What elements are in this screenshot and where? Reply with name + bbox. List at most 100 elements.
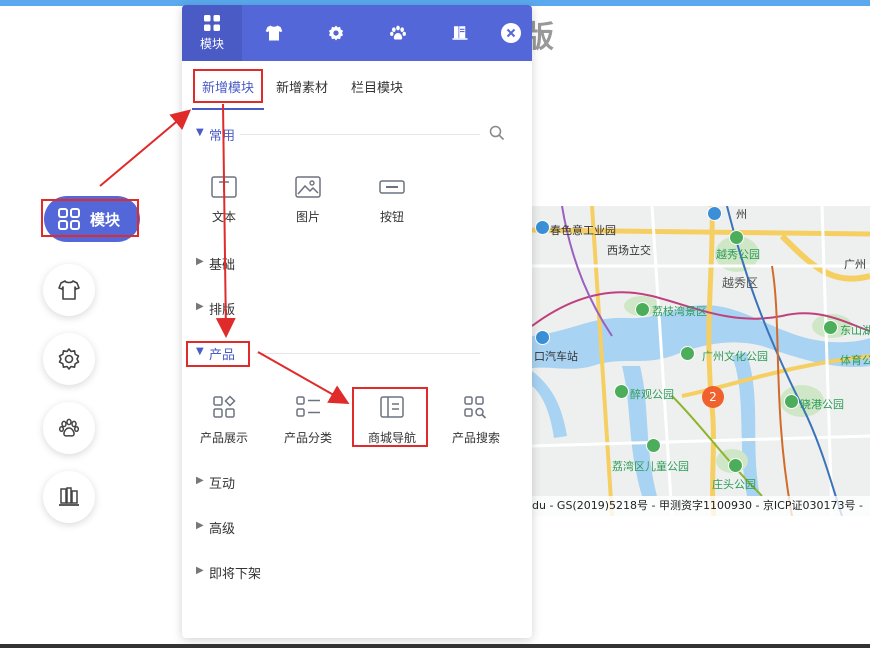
map-label: 东山湖	[840, 324, 870, 337]
product-category-icon	[296, 396, 320, 417]
map-pin[interactable]	[635, 302, 650, 317]
map-copyright: du - GS(2019)5218号 - 甲测资字1100930 - 京ICP证…	[532, 496, 870, 516]
search-icon	[489, 125, 505, 141]
tab-books[interactable]	[430, 5, 490, 61]
module-item-image[interactable]: 图片	[268, 176, 348, 236]
caret-right-icon: ▶	[196, 565, 204, 576]
divider	[240, 134, 480, 135]
tab-module[interactable]: 模块	[182, 5, 242, 61]
map-label: 越秀公园	[716, 248, 760, 261]
map-pin[interactable]	[823, 320, 838, 335]
product-display-icon	[213, 395, 236, 418]
product-search-icon	[464, 396, 487, 419]
map-pin[interactable]	[728, 458, 743, 473]
dock-settings-button[interactable]	[43, 333, 95, 385]
map-label: 越秀区	[722, 276, 759, 290]
section-offline-title: 即将下架	[209, 567, 262, 582]
map-label: 春色意工业园	[550, 224, 616, 237]
button-module-icon	[379, 180, 405, 194]
module-item-label: 产品展示	[199, 431, 248, 445]
module-item-label: 图片	[295, 210, 320, 224]
caret-right-icon: ▶	[196, 301, 204, 312]
dock-paw-button[interactable]	[43, 402, 95, 454]
panel-header: 模块	[182, 5, 532, 61]
map-label: 州	[736, 208, 747, 221]
highlight-box-mall-nav	[352, 387, 428, 447]
arrow-to-subtab	[99, 109, 192, 187]
map-pin[interactable]	[707, 206, 722, 221]
section-basic-title: 基础	[209, 258, 236, 273]
section-interact[interactable]: ▶ 互动	[182, 471, 532, 493]
module-item-product-category[interactable]: 产品分类	[268, 395, 348, 455]
map-label: 晓港公园	[800, 398, 844, 411]
map-tiles	[532, 206, 870, 516]
map-label: 广州文化公园	[702, 350, 768, 363]
bottom-bar	[0, 644, 870, 648]
caret-right-icon: ▶	[196, 256, 204, 267]
text-module-icon	[211, 176, 237, 198]
map-pin[interactable]	[680, 346, 695, 361]
dock-books-button[interactable]	[43, 471, 95, 523]
map-label: 口汽车站	[534, 350, 578, 363]
map-label: 庄头公园	[712, 478, 756, 491]
caret-right-icon: ▶	[196, 520, 204, 531]
section-offline[interactable]: ▶ 即将下架	[182, 561, 532, 583]
close-button[interactable]	[501, 23, 521, 43]
search-button[interactable]	[489, 125, 505, 145]
gear-icon	[58, 348, 80, 370]
dock-theme-button[interactable]	[43, 264, 95, 316]
module-item-label: 产品分类	[283, 431, 332, 445]
highlight-box-dock	[41, 199, 139, 237]
section-layout[interactable]: ▶ 排版	[182, 297, 532, 319]
caret-right-icon: ▶	[196, 475, 204, 486]
section-common-title: 常用	[209, 129, 236, 144]
shirt-icon	[265, 25, 283, 41]
highlight-box-subtab	[193, 69, 263, 103]
tab-paw[interactable]	[368, 5, 428, 61]
section-basic[interactable]: ▶ 基础	[182, 252, 532, 274]
module-item-label: 按钮	[379, 210, 404, 224]
module-item-text[interactable]: 文本	[184, 176, 264, 236]
map-label: 荔湾区儿童公园	[612, 460, 689, 473]
active-tab-underline	[192, 108, 264, 110]
books-icon	[452, 26, 468, 40]
map-pin[interactable]	[729, 230, 744, 245]
module-item-product-display[interactable]: 产品展示	[184, 395, 264, 455]
close-icon	[506, 28, 516, 38]
subtab-add-material[interactable]: 新增素材	[276, 77, 328, 96]
map-pin[interactable]	[535, 220, 550, 235]
map-cluster-marker[interactable]: 2	[702, 386, 724, 408]
divider	[256, 353, 480, 354]
highlight-box-product	[186, 341, 250, 367]
tab-theme[interactable]	[244, 5, 304, 61]
section-layout-title: 排版	[209, 303, 236, 318]
map-pin[interactable]	[784, 394, 799, 409]
module-item-button[interactable]: 按钮	[352, 176, 432, 236]
map-pin[interactable]	[535, 330, 550, 345]
shirt-icon	[58, 280, 80, 300]
map-view[interactable]: 春色意工业园 西场立交 越秀公园 越秀区 荔枝湾景区 东山湖 口汽车站 广州文化…	[532, 206, 870, 516]
module-item-product-search[interactable]: 产品搜索	[436, 395, 516, 455]
paw-icon	[390, 25, 406, 40]
section-common[interactable]: ▼ 常用	[182, 123, 532, 145]
map-label: 体育公	[840, 354, 870, 367]
map-pin[interactable]	[614, 384, 629, 399]
image-module-icon	[295, 176, 321, 198]
tab-module-label: 模块	[199, 37, 224, 51]
module-item-label: 产品搜索	[451, 431, 500, 445]
grid-icon	[204, 15, 220, 31]
map-pin[interactable]	[646, 438, 661, 453]
section-advanced[interactable]: ▶ 高级	[182, 516, 532, 538]
section-interact-title: 互动	[209, 477, 236, 492]
caret-down-icon: ▼	[196, 127, 204, 138]
map-label: 荔枝湾景区	[652, 305, 707, 318]
map-label: 西场立交	[607, 244, 651, 257]
books-icon	[59, 487, 79, 506]
paw-icon	[58, 418, 80, 437]
tab-settings[interactable]	[306, 5, 366, 61]
map-label: 醉观公园	[630, 388, 674, 401]
map-label: 广州	[844, 258, 866, 271]
subtab-column-module[interactable]: 栏目模块	[351, 77, 403, 96]
module-item-label: 文本	[211, 210, 236, 224]
gear-icon	[328, 25, 344, 41]
